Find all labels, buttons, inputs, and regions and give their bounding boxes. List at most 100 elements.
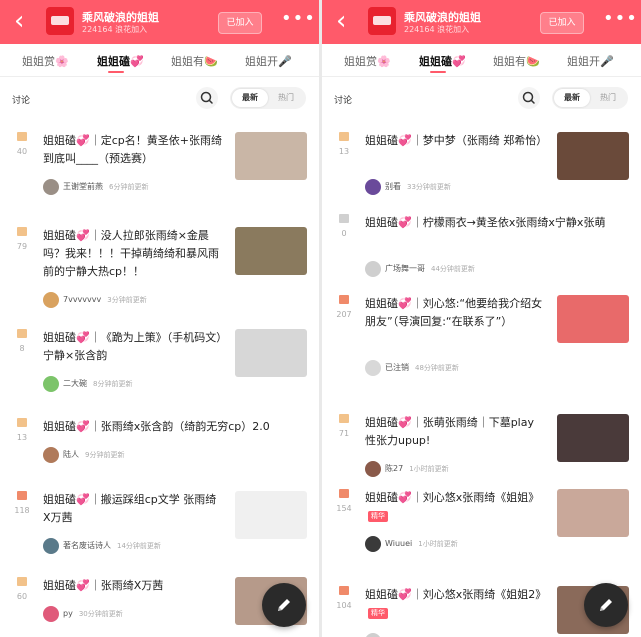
comment-flag-icon bbox=[339, 586, 349, 595]
more-icon[interactable]: ••• bbox=[281, 9, 316, 29]
avatar[interactable] bbox=[43, 446, 59, 463]
post-title-text: 姐姐磕💞｜定cp名！黄圣依+张雨绮 到底叫____（预选赛） bbox=[43, 134, 222, 165]
post-item[interactable]: 13 姐姐磕💞｜梦中梦（张雨绮 郑希怡） 别看 33分钟前更新 bbox=[322, 120, 641, 203]
author-name[interactable]: 已注销 bbox=[385, 363, 409, 372]
update-time: 8分钟前更新 bbox=[93, 379, 133, 388]
sort-toggle[interactable]: 最新 热门 bbox=[230, 87, 306, 109]
author-name[interactable]: 广场舞一哥 bbox=[385, 264, 425, 273]
comment-flag-icon bbox=[17, 132, 27, 141]
more-icon[interactable]: ••• bbox=[603, 9, 638, 29]
post-title-text: 姐姐磕💞｜刘心悠:“他要给我介绍女朋友”（导演回复:“在联系了”） bbox=[365, 297, 543, 328]
update-time: 6分钟前更新 bbox=[109, 182, 149, 191]
post-item[interactable]: 40 姐姐磕💞｜定cp名！黄圣依+张雨绮 到底叫____（预选赛） 王谢堂前燕 6分钟… bbox=[0, 120, 319, 216]
avatar[interactable] bbox=[365, 359, 381, 376]
avatar[interactable] bbox=[43, 375, 59, 392]
sort-option-latest[interactable]: 最新 bbox=[232, 89, 268, 107]
update-time: 48分钟前更新 bbox=[415, 363, 459, 372]
update-time: 33分钟前更新 bbox=[407, 182, 451, 191]
post-title[interactable]: 姐姐磕💞｜搬运踩组cp文学 张雨绮X万茜 bbox=[43, 491, 223, 527]
post-thumbnail[interactable] bbox=[235, 227, 307, 275]
comment-flag-icon bbox=[339, 214, 349, 223]
avatar[interactable] bbox=[365, 178, 381, 195]
author-name[interactable]: 别看 bbox=[385, 182, 401, 191]
tab-item-active[interactable]: 姐姐磕💞 bbox=[419, 53, 466, 69]
author-name[interactable]: 7vvvvvvv bbox=[63, 295, 101, 304]
post-title-text: 姐姐磕💞｜刘心悠x张雨绮《姐姐》 bbox=[365, 491, 540, 504]
reply-count: 104 bbox=[336, 601, 352, 610]
sort-option-latest[interactable]: 最新 bbox=[554, 89, 590, 107]
group-title: 乘风破浪的姐姐 bbox=[404, 11, 481, 24]
reply-count: 118 bbox=[14, 506, 30, 515]
post-item[interactable]: 13 姐姐磕💞｜张雨绮x张含韵（绮韵无穷cp）2.0 陆人 9分钟前更新 bbox=[0, 406, 319, 480]
post-item[interactable]: 71 姐姐磕💞｜张萌张雨绮｜下墓play 性张力upup! 陈27 1小时前更新 bbox=[322, 402, 641, 478]
joined-button[interactable]: 已加入 bbox=[540, 12, 584, 34]
avatar[interactable] bbox=[43, 178, 59, 195]
avatar[interactable] bbox=[43, 291, 59, 308]
chevron-left-icon[interactable]: ‹ bbox=[336, 7, 346, 35]
post-thumbnail[interactable] bbox=[557, 489, 629, 537]
post-title[interactable]: 姐姐磕💞｜刘心悠x张雨绮《姐姐2》精华 bbox=[365, 586, 546, 622]
author-name[interactable]: 陈27 bbox=[385, 464, 403, 473]
compose-button[interactable] bbox=[262, 583, 306, 627]
post-item[interactable]: 118 姐姐磕💞｜搬运踩组cp文学 张雨绮X万茜 著名废话诗人 14分钟前更新 bbox=[0, 479, 319, 566]
post-item[interactable]: 207 姐姐磕💞｜刘心悠:“他要给我介绍女朋友”（导演回复:“在联系了”） 已注销 4… bbox=[322, 283, 641, 403]
joined-button[interactable]: 已加入 bbox=[218, 12, 262, 34]
post-title[interactable]: 姐姐磕💞｜没人拉郎张雨绮×金晨吗？我来！！！干掉萌绮绮和暴风雨前的宁静大热cp！… bbox=[43, 227, 223, 281]
compose-button[interactable] bbox=[584, 583, 628, 627]
avatar[interactable] bbox=[365, 260, 381, 277]
post-title[interactable]: 姐姐磕💞｜刘心悠x张雨绮《姐姐》精华 bbox=[365, 489, 545, 525]
tab-item[interactable]: 姐姐开🎤 bbox=[245, 53, 292, 69]
post-title-text: 姐姐磕💞｜《跪为上策》（手机码文）宁静×张含韵 bbox=[43, 331, 222, 362]
post-title[interactable]: 姐姐磕💞｜张雨绮X万茜 bbox=[43, 577, 223, 595]
reply-count: 60 bbox=[16, 592, 28, 601]
post-title[interactable]: 姐姐磕💞｜张萌张雨绮｜下墓play 性张力upup! bbox=[365, 414, 545, 450]
avatar[interactable] bbox=[43, 605, 59, 622]
post-item[interactable]: 79 姐姐磕💞｜没人拉郎张雨绮×金晨吗？我来！！！干掉萌绮绮和暴风雨前的宁静大热c… bbox=[0, 215, 319, 318]
tab-item[interactable]: 姐姐开🎤 bbox=[567, 53, 614, 69]
post-title[interactable]: 姐姐磕💞｜刘心悠:“他要给我介绍女朋友”（导演回复:“在联系了”） bbox=[365, 295, 545, 331]
post-thumbnail[interactable] bbox=[557, 295, 629, 343]
avatar[interactable] bbox=[43, 537, 59, 554]
sort-option-hot[interactable]: 热门 bbox=[268, 89, 304, 107]
author-name[interactable]: 王谢堂前燕 bbox=[63, 182, 103, 191]
post-title[interactable]: 姐姐磕💞｜《跪为上策》（手机码文）宁静×张含韵 bbox=[43, 329, 223, 365]
tab-item[interactable]: 姐姐有🍉 bbox=[493, 53, 540, 69]
post-reply-count: 8 bbox=[14, 329, 30, 353]
post-thumbnail[interactable] bbox=[235, 329, 307, 377]
post-reply-count: 13 bbox=[336, 132, 352, 156]
avatar[interactable] bbox=[365, 460, 381, 477]
post-meta: 二大碗 8分钟前更新 bbox=[43, 373, 133, 392]
post-title[interactable]: 姐姐磕💞｜定cp名！黄圣依+张雨绮 到底叫____（预选赛） bbox=[43, 132, 223, 168]
tab-item[interactable]: 姐姐有🍉 bbox=[171, 53, 218, 69]
post-reply-count: 104 bbox=[336, 586, 352, 610]
author-name[interactable]: 二大碗 bbox=[63, 379, 87, 388]
featured-badge: 精华 bbox=[368, 608, 388, 619]
tab-item[interactable]: 姐姐赏🌸 bbox=[344, 53, 391, 69]
post-title[interactable]: 姐姐磕💞｜柠檬雨衣→黄圣依x张雨绮x宁静x张萌 bbox=[365, 214, 627, 232]
post-thumbnail[interactable] bbox=[557, 414, 629, 462]
post-thumbnail[interactable] bbox=[557, 132, 629, 180]
sort-toggle[interactable]: 最新 热门 bbox=[552, 87, 628, 109]
post-reply-count: 40 bbox=[14, 132, 30, 156]
tab-item[interactable]: 姐姐赏🌸 bbox=[22, 53, 69, 69]
post-title[interactable]: 姐姐磕💞｜张雨绮x张含韵（绮韵无穷cp）2.0 bbox=[43, 418, 305, 436]
post-item[interactable]: 8 姐姐磕💞｜《跪为上策》（手机码文）宁静×张含韵二大碗 8分钟前更新 bbox=[0, 317, 319, 407]
avatar[interactable] bbox=[365, 632, 381, 637]
sort-option-hot[interactable]: 热门 bbox=[590, 89, 626, 107]
post-item[interactable]: 154 姐姐磕💞｜刘心悠x张雨绮《姐姐》精华 Wiuuei 1小时前更新 bbox=[322, 477, 641, 575]
chevron-left-icon[interactable]: ‹ bbox=[14, 7, 24, 35]
search-button[interactable] bbox=[518, 87, 540, 109]
avatar[interactable] bbox=[365, 535, 381, 552]
panel-right: ‹ 乘风破浪的姐姐 224164 浪花加入 已加入 ••• 姐姐赏🌸 姐姐磕💞 … bbox=[322, 0, 641, 637]
author-name[interactable]: 著名废话诗人 bbox=[63, 541, 111, 550]
post-meta: py 30分钟前更新 bbox=[43, 603, 123, 622]
post-title[interactable]: 姐姐磕💞｜梦中梦（张雨绮 郑希怡） bbox=[365, 132, 547, 150]
author-name[interactable]: py bbox=[63, 609, 73, 618]
author-name[interactable]: 陆人 bbox=[63, 450, 79, 459]
post-thumbnail[interactable] bbox=[235, 132, 307, 180]
post-thumbnail[interactable] bbox=[235, 491, 307, 539]
author-name[interactable]: Wiuuei bbox=[385, 539, 412, 548]
search-button[interactable] bbox=[196, 87, 218, 109]
post-item[interactable]: 0 姐姐磕💞｜柠檬雨衣→黄圣依x张雨绮x宁静x张萌 广场舞一哥 44分钟前更新 bbox=[322, 202, 641, 284]
tab-item-active[interactable]: 姐姐磕💞 bbox=[97, 53, 144, 69]
